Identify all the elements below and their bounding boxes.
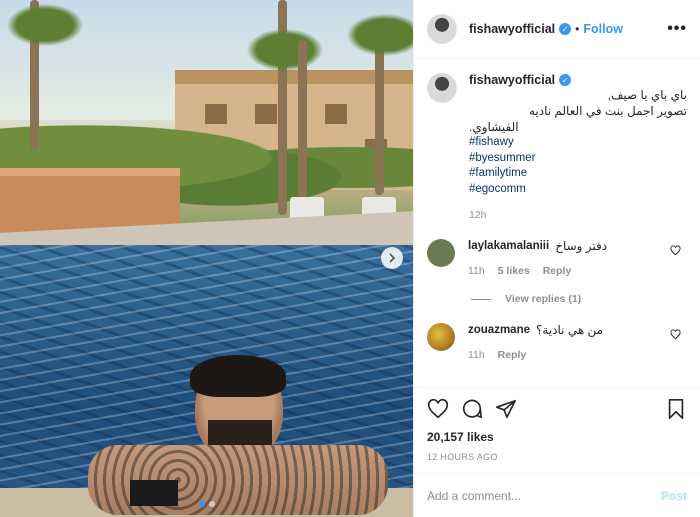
comment-text: دفتر وساخ bbox=[555, 239, 608, 253]
man-hair bbox=[190, 355, 286, 397]
comment-time[interactable]: 11h bbox=[468, 265, 485, 277]
carousel-next-button[interactable] bbox=[381, 247, 403, 269]
caption-username[interactable]: fishawyofficial bbox=[469, 73, 555, 87]
comment-input[interactable] bbox=[427, 488, 661, 503]
hashtag-link[interactable]: #egocomm bbox=[469, 182, 687, 198]
comment-time[interactable]: 11h bbox=[468, 349, 485, 361]
reply-button[interactable]: Reply bbox=[498, 349, 527, 361]
share-paper-plane-icon[interactable] bbox=[495, 398, 517, 420]
avatar[interactable] bbox=[427, 14, 457, 44]
carousel-dot bbox=[208, 501, 215, 507]
post-sidebar: fishawyofficial ✓ • Follow ••• fishawyof… bbox=[413, 0, 700, 517]
likes-count[interactable]: 20,157 likes bbox=[427, 430, 687, 444]
post-comment-button[interactable]: Post bbox=[661, 489, 687, 503]
avatar[interactable] bbox=[427, 239, 455, 267]
like-heart-icon[interactable] bbox=[427, 398, 449, 420]
follow-button[interactable]: Follow bbox=[583, 22, 623, 36]
view-replies-label: View replies (1) bbox=[505, 293, 582, 305]
post-photo[interactable] bbox=[0, 0, 413, 517]
view-replies-button[interactable]: View replies (1) bbox=[471, 293, 687, 305]
palm-tree bbox=[298, 40, 307, 200]
caption-text-line: الفيشاوي. bbox=[469, 120, 519, 134]
view-replies-line bbox=[471, 298, 491, 300]
chevron-right-icon bbox=[389, 253, 396, 263]
caption-text-line: باي باي يا صيف, bbox=[607, 88, 687, 102]
verified-badge-icon: ✓ bbox=[559, 74, 572, 86]
hashtag-link[interactable]: #byesummer bbox=[469, 151, 687, 167]
more-options-icon[interactable]: ••• bbox=[667, 20, 687, 38]
comment-likes[interactable]: 5 likes bbox=[498, 265, 530, 277]
comment-item: zouazmane من هي نادية؟ 11h Reply bbox=[427, 323, 687, 361]
comment-username[interactable]: laylakamalaniii bbox=[468, 240, 549, 252]
bookmark-icon[interactable] bbox=[665, 398, 687, 420]
header-username[interactable]: fishawyofficial bbox=[469, 22, 555, 36]
avatar[interactable] bbox=[427, 323, 455, 351]
comment-username[interactable]: zouazmane bbox=[468, 324, 530, 336]
caption-time: 12h bbox=[469, 209, 487, 221]
hashtag-link[interactable]: #fishawy bbox=[469, 135, 687, 151]
comment-item: laylakamalaniii دفتر وساخ 11h 5 likes Re… bbox=[427, 239, 687, 277]
carousel-dot bbox=[198, 501, 205, 507]
reply-button[interactable]: Reply bbox=[543, 265, 572, 277]
separator-dot: • bbox=[575, 22, 580, 36]
caption-text-line: تصوير اجمل بنت في العالم ناديه bbox=[528, 104, 687, 118]
avatar[interactable] bbox=[427, 73, 457, 103]
add-comment-bar: Post bbox=[414, 473, 700, 517]
carousel-indicator bbox=[0, 501, 413, 507]
action-bar: 20,157 likes 12 HOURS AGO bbox=[414, 387, 700, 473]
instagram-post: fishawyofficial ✓ • Follow ••• fishawyof… bbox=[0, 0, 700, 517]
comment-bubble-icon[interactable] bbox=[461, 398, 483, 420]
caption: fishawyofficial ✓ باي باي يا صيف, تصوير … bbox=[427, 73, 687, 221]
heart-icon[interactable] bbox=[670, 245, 681, 256]
comment-text: من هي نادية؟ bbox=[536, 323, 604, 337]
heart-icon[interactable] bbox=[670, 329, 681, 340]
post-timestamp[interactable]: 12 HOURS AGO bbox=[427, 452, 687, 462]
comments-section[interactable]: fishawyofficial ✓ باي باي يا صيف, تصوير … bbox=[414, 59, 700, 387]
post-header: fishawyofficial ✓ • Follow ••• bbox=[414, 0, 700, 59]
hashtag-link[interactable]: #familytime bbox=[469, 166, 687, 182]
verified-badge-icon: ✓ bbox=[559, 23, 572, 35]
